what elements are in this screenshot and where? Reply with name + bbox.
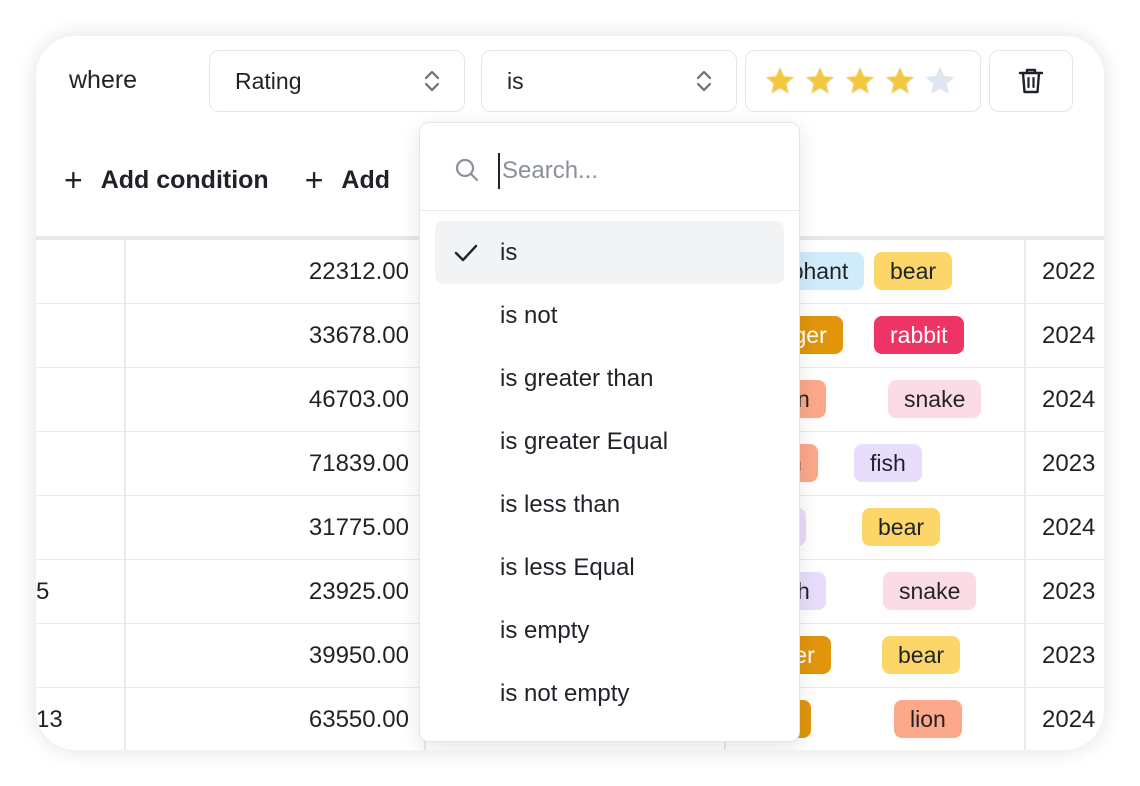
operator-option-label: is greater than bbox=[500, 365, 654, 392]
plus-icon: + bbox=[304, 162, 324, 198]
operator-option[interactable]: is less Equal bbox=[435, 536, 784, 599]
cell-amount: 71839.00 bbox=[308, 450, 409, 477]
operator-select[interactable]: is bbox=[481, 50, 737, 112]
chevron-updown-icon bbox=[424, 70, 440, 92]
add-condition-label: Add condition bbox=[100, 165, 269, 194]
cell-amount: 23925.00 bbox=[308, 578, 409, 605]
tag-badge: bear bbox=[882, 636, 961, 674]
star-filled-icon[interactable] bbox=[804, 65, 836, 97]
star-empty-icon[interactable] bbox=[924, 65, 956, 97]
star-filled-icon[interactable] bbox=[764, 65, 796, 97]
tag-badge: snake bbox=[883, 572, 977, 610]
operator-option[interactable]: is not bbox=[435, 284, 784, 347]
cell-year: 2022 bbox=[1042, 258, 1096, 285]
operator-option[interactable]: is greater than bbox=[435, 347, 784, 410]
cell-amount: 46703.00 bbox=[308, 386, 409, 413]
tag-badge: fish bbox=[854, 444, 922, 482]
operator-option[interactable]: is bbox=[435, 221, 784, 284]
delete-condition-button[interactable] bbox=[989, 50, 1073, 112]
dropdown-search bbox=[420, 123, 799, 211]
cell-year: 2024 bbox=[1042, 514, 1096, 541]
add-condition-button[interactable]: + Add condition bbox=[64, 164, 269, 196]
tag-badge: lion bbox=[894, 700, 962, 738]
cell-amount: 22312.00 bbox=[308, 258, 409, 285]
cell-year: 2024 bbox=[1042, 706, 1096, 733]
operator-option[interactable]: is less than bbox=[435, 473, 784, 536]
tag-badge: bear bbox=[862, 508, 941, 546]
cell-year: 2023 bbox=[1042, 642, 1096, 669]
operator-dropdown: is is not is greater than is greater Equal i… bbox=[419, 122, 800, 742]
cell-year: 2024 bbox=[1042, 386, 1096, 413]
trash-icon bbox=[1018, 68, 1044, 94]
where-label: where bbox=[69, 66, 138, 94]
operator-options: is is not is greater than is greater Equal i… bbox=[435, 221, 784, 725]
cell-amount: 33678.00 bbox=[308, 322, 409, 349]
cell-id: 5 bbox=[36, 578, 50, 605]
operator-option-label: is greater Equal bbox=[500, 428, 669, 455]
operator-option-label: is less Equal bbox=[500, 554, 635, 581]
cell-id: 13 bbox=[36, 706, 63, 733]
filter-panel: 22312.00elephantbear202233678.00snaketig… bbox=[36, 36, 1104, 750]
tag-badge: rabbit bbox=[874, 316, 964, 354]
cell-year: 2023 bbox=[1042, 578, 1096, 605]
chevron-updown-icon bbox=[696, 70, 712, 92]
operator-option[interactable]: is empty bbox=[435, 599, 784, 662]
cell-amount: 39950.00 bbox=[308, 642, 409, 669]
operator-option-label: is bbox=[500, 239, 518, 266]
operator-option[interactable]: is not empty bbox=[435, 662, 784, 725]
field-select[interactable]: Rating bbox=[209, 50, 465, 112]
operator-option-label: is less than bbox=[500, 491, 621, 518]
operator-select-value: is bbox=[507, 67, 524, 94]
operator-option-label: is not empty bbox=[500, 680, 630, 707]
cell-year: 2023 bbox=[1042, 450, 1096, 477]
rating-input[interactable] bbox=[745, 50, 981, 112]
search-input[interactable] bbox=[498, 153, 758, 189]
tag-badge: bear bbox=[874, 252, 953, 290]
star-filled-icon[interactable] bbox=[844, 65, 876, 97]
tag-badge: snake bbox=[888, 380, 982, 418]
operator-option[interactable]: is greater Equal bbox=[435, 410, 784, 473]
plus-icon: + bbox=[64, 162, 83, 198]
add-group-label: Add bbox=[341, 165, 391, 194]
cell-year: 2024 bbox=[1042, 322, 1096, 349]
operator-option-label: is empty bbox=[500, 617, 590, 644]
cell-amount: 31775.00 bbox=[308, 514, 409, 541]
add-actions: + Add condition + Add bbox=[64, 164, 426, 196]
cell-amount: 63550.00 bbox=[308, 706, 409, 733]
add-group-button[interactable]: + Add bbox=[305, 164, 390, 196]
field-select-value: Rating bbox=[235, 67, 302, 94]
check-icon bbox=[454, 244, 478, 262]
star-filled-icon[interactable] bbox=[884, 65, 916, 97]
search-icon bbox=[455, 158, 479, 182]
operator-option-label: is not bbox=[500, 302, 558, 329]
